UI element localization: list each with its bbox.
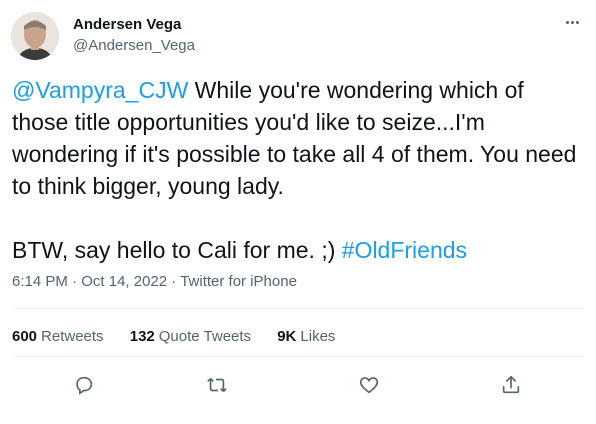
tweet-stats: 600 Retweets 132 Quote Tweets 9K Likes: [12, 327, 357, 347]
retweets-count: 600: [12, 328, 38, 345]
more-icon[interactable]: [562, 14, 582, 30]
tweet-source[interactable]: Twitter for iPhone: [180, 273, 297, 290]
likes-count: 9K: [277, 328, 297, 345]
heart-icon: [359, 377, 379, 394]
author-names: Andersen Vega @Andersen_Vega: [73, 16, 195, 56]
likes-label: Likes: [300, 328, 336, 345]
retweets-stat[interactable]: 600 Retweets: [12, 327, 104, 347]
quotes-label: Quote Tweets: [158, 328, 252, 345]
divider: [12, 308, 584, 309]
likes-stat[interactable]: 9K Likes: [277, 327, 335, 347]
avatar-image: [11, 12, 59, 60]
like-button[interactable]: [352, 368, 386, 402]
quotes-count: 132: [129, 328, 155, 345]
avatar[interactable]: [11, 12, 59, 60]
share-button[interactable]: [494, 368, 528, 402]
divider: [12, 356, 584, 357]
hashtag-link[interactable]: #OldFriends: [342, 237, 467, 263]
quote-tweets-stat[interactable]: 132 Quote Tweets: [130, 327, 251, 347]
tweet-date[interactable]: Oct 14, 2022: [81, 273, 167, 290]
action-bar: [0, 368, 596, 408]
display-name[interactable]: Andersen Vega: [73, 16, 195, 34]
tweet-time[interactable]: 6:14 PM: [12, 273, 68, 290]
meta-separator: ·: [167, 273, 181, 290]
tweet-body: While you're wondering which of those ti…: [12, 77, 577, 263]
reply-icon: [76, 376, 93, 395]
mention-link[interactable]: @Vampyra_CJW: [12, 77, 188, 103]
meta-separator: ·: [67, 273, 82, 290]
tweet-text: @Vampyra_CJW While you're wondering whic…: [12, 74, 584, 266]
tweet-meta: 6:14 PM · Oct 14, 2022 · Twitter for iPh…: [12, 272, 297, 292]
user-handle[interactable]: @Andersen_Vega: [73, 36, 195, 56]
share-icon: [502, 375, 520, 394]
retweet-button[interactable]: [200, 368, 234, 402]
retweet-icon: [207, 377, 227, 393]
tweet-card: Andersen Vega @Andersen_Vega @Vampyra_CJ…: [0, 0, 596, 424]
tweet-header: Andersen Vega @Andersen_Vega: [11, 12, 582, 62]
retweets-label: Retweets: [41, 328, 104, 345]
reply-button[interactable]: [67, 368, 101, 402]
